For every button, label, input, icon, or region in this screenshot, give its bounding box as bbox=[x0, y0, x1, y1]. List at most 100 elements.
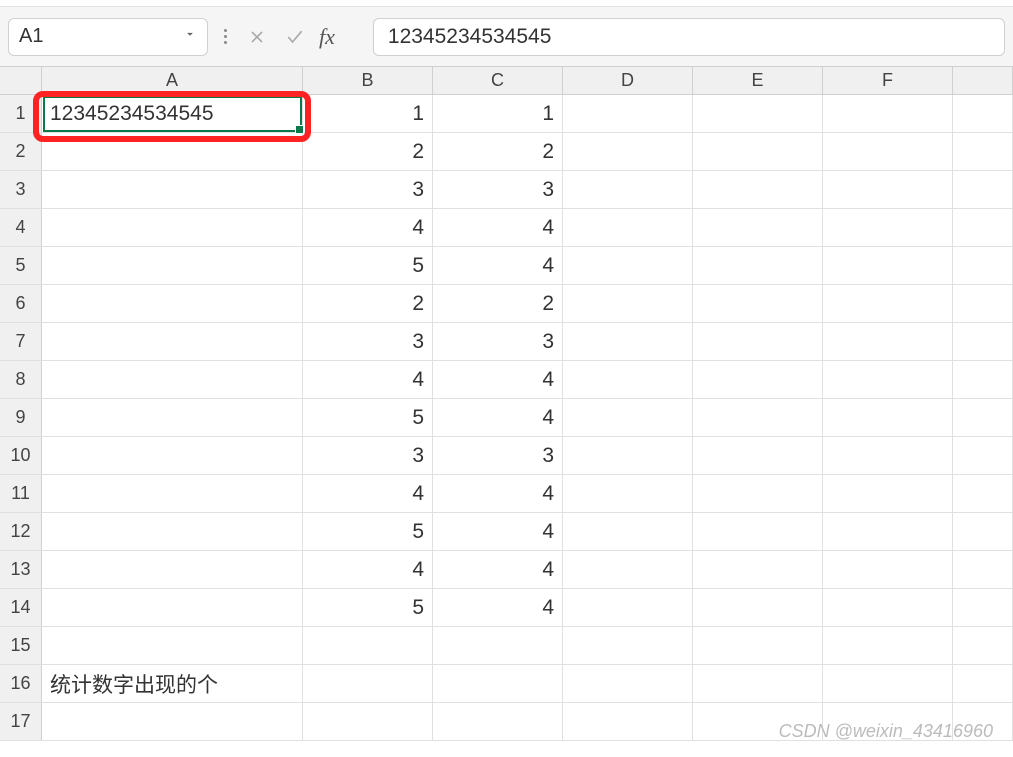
cell[interactable] bbox=[693, 513, 823, 550]
cell[interactable] bbox=[433, 703, 563, 740]
cell[interactable] bbox=[563, 361, 693, 398]
cell[interactable] bbox=[693, 209, 823, 246]
cell[interactable] bbox=[823, 209, 953, 246]
cell[interactable] bbox=[953, 247, 1013, 284]
cell[interactable] bbox=[823, 665, 953, 702]
fx-label[interactable]: fx bbox=[319, 24, 335, 50]
row-header[interactable]: 12 bbox=[0, 513, 42, 550]
cell[interactable] bbox=[433, 665, 563, 702]
cell[interactable] bbox=[953, 627, 1013, 664]
cell[interactable] bbox=[42, 171, 303, 208]
cell[interactable]: 4 bbox=[433, 209, 563, 246]
cell[interactable] bbox=[563, 399, 693, 436]
cell[interactable] bbox=[433, 627, 563, 664]
cell[interactable] bbox=[823, 437, 953, 474]
col-header-E[interactable]: E bbox=[693, 67, 823, 94]
cell[interactable] bbox=[42, 323, 303, 360]
row-header[interactable]: 3 bbox=[0, 171, 42, 208]
confirm-icon[interactable] bbox=[281, 23, 309, 51]
row-header[interactable]: 15 bbox=[0, 627, 42, 664]
cell[interactable] bbox=[693, 95, 823, 132]
cell[interactable] bbox=[953, 551, 1013, 588]
row-header[interactable]: 14 bbox=[0, 589, 42, 626]
col-header-C[interactable]: C bbox=[433, 67, 563, 94]
cell[interactable] bbox=[823, 475, 953, 512]
cell[interactable]: 3 bbox=[303, 437, 433, 474]
cell[interactable] bbox=[42, 361, 303, 398]
row-header[interactable]: 17 bbox=[0, 703, 42, 740]
cell[interactable] bbox=[953, 437, 1013, 474]
cell[interactable] bbox=[693, 437, 823, 474]
cell[interactable] bbox=[563, 285, 693, 322]
cell[interactable]: 4 bbox=[433, 475, 563, 512]
cell[interactable]: 1 bbox=[433, 95, 563, 132]
cell[interactable] bbox=[42, 589, 303, 626]
cell[interactable] bbox=[953, 95, 1013, 132]
cell[interactable] bbox=[693, 171, 823, 208]
cell[interactable] bbox=[693, 627, 823, 664]
cell[interactable] bbox=[563, 589, 693, 626]
row-header[interactable]: 9 bbox=[0, 399, 42, 436]
cell[interactable] bbox=[693, 323, 823, 360]
cell[interactable] bbox=[42, 627, 303, 664]
cell[interactable]: 5 bbox=[303, 399, 433, 436]
cell[interactable]: 5 bbox=[303, 247, 433, 284]
cell[interactable] bbox=[953, 361, 1013, 398]
cell[interactable] bbox=[823, 285, 953, 322]
cell[interactable] bbox=[563, 209, 693, 246]
cell[interactable] bbox=[693, 285, 823, 322]
formula-input[interactable]: 12345234534545 bbox=[373, 18, 1005, 56]
cell[interactable]: 5 bbox=[303, 589, 433, 626]
cell[interactable] bbox=[303, 703, 433, 740]
cell[interactable] bbox=[823, 171, 953, 208]
cell[interactable] bbox=[823, 589, 953, 626]
separator-handle[interactable] bbox=[220, 25, 231, 48]
select-all-corner[interactable] bbox=[0, 67, 42, 94]
cell[interactable] bbox=[563, 665, 693, 702]
cell[interactable]: 4 bbox=[303, 475, 433, 512]
cell[interactable] bbox=[563, 627, 693, 664]
cell[interactable] bbox=[823, 399, 953, 436]
col-header-A[interactable]: A bbox=[42, 67, 303, 94]
row-header[interactable]: 5 bbox=[0, 247, 42, 284]
cell[interactable]: 2 bbox=[433, 133, 563, 170]
cell[interactable] bbox=[563, 247, 693, 284]
col-header-D[interactable]: D bbox=[563, 67, 693, 94]
name-box[interactable]: A1 bbox=[8, 18, 208, 56]
cell[interactable] bbox=[953, 513, 1013, 550]
cell[interactable] bbox=[42, 703, 303, 740]
cell[interactable] bbox=[42, 475, 303, 512]
cell[interactable]: 2 bbox=[433, 285, 563, 322]
col-header-F[interactable]: F bbox=[823, 67, 953, 94]
cell[interactable]: 5 bbox=[303, 513, 433, 550]
cell[interactable] bbox=[42, 285, 303, 322]
cell[interactable]: 3 bbox=[433, 437, 563, 474]
cell[interactable]: 4 bbox=[433, 551, 563, 588]
cell[interactable] bbox=[823, 133, 953, 170]
cell[interactable] bbox=[563, 437, 693, 474]
cell[interactable] bbox=[823, 627, 953, 664]
cell[interactable]: 3 bbox=[433, 323, 563, 360]
cell[interactable]: 4 bbox=[433, 589, 563, 626]
cell[interactable] bbox=[823, 95, 953, 132]
cell[interactable] bbox=[42, 247, 303, 284]
row-header[interactable]: 16 bbox=[0, 665, 42, 702]
cell[interactable] bbox=[953, 285, 1013, 322]
col-header-extra[interactable] bbox=[953, 67, 1013, 94]
cell[interactable] bbox=[563, 513, 693, 550]
cell[interactable] bbox=[823, 247, 953, 284]
cell[interactable] bbox=[42, 513, 303, 550]
cell[interactable] bbox=[563, 133, 693, 170]
row-header[interactable]: 6 bbox=[0, 285, 42, 322]
cell[interactable] bbox=[42, 399, 303, 436]
cell[interactable] bbox=[563, 171, 693, 208]
cell[interactable] bbox=[42, 437, 303, 474]
cell[interactable] bbox=[693, 247, 823, 284]
col-header-B[interactable]: B bbox=[303, 67, 433, 94]
cell[interactable]: 4 bbox=[303, 361, 433, 398]
cell[interactable]: 3 bbox=[303, 323, 433, 360]
cell[interactable]: 统计数字出现的个 bbox=[42, 665, 303, 702]
cell[interactable]: 3 bbox=[433, 171, 563, 208]
cell[interactable] bbox=[693, 551, 823, 588]
cell[interactable] bbox=[693, 399, 823, 436]
